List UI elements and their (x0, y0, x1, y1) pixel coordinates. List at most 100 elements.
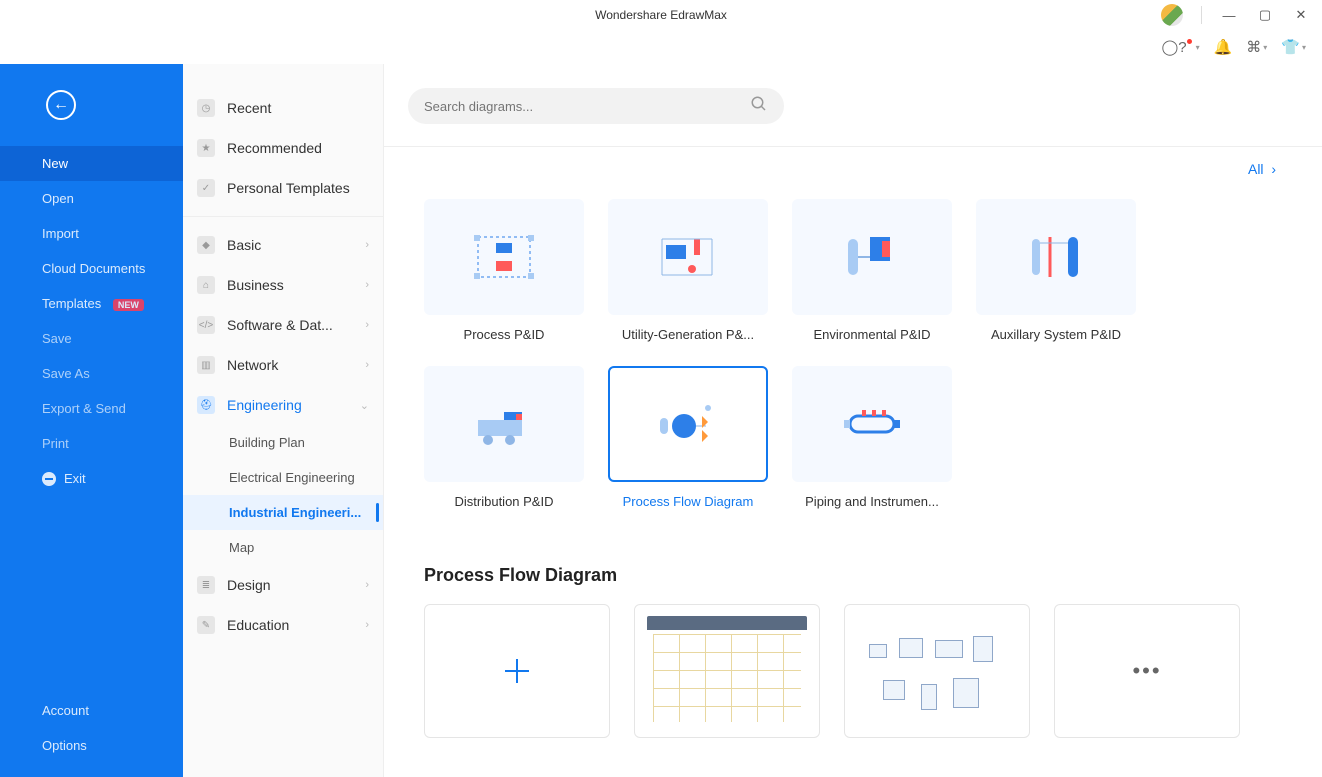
card-piping-instrumentation[interactable]: Piping and Instrumen... (792, 366, 952, 509)
cat-recommended[interactable]: ★ Recommended (183, 128, 383, 168)
sub-industrial-engineering[interactable]: Industrial Engineeri... (183, 495, 383, 530)
menu-exit-label: Exit (64, 471, 86, 486)
template-type-grid: Process P&ID Utility-Generation P&... En… (424, 199, 1282, 509)
cat-design[interactable]: ≣Design› (183, 565, 383, 605)
minimize-button[interactable]: — (1214, 1, 1244, 29)
search-icon[interactable] (750, 95, 768, 118)
exit-icon (42, 472, 56, 486)
category-sidebar: ◷ Recent ★ Recommended ✓ Personal Templates… (183, 64, 384, 777)
menu-print[interactable]: Print (0, 426, 183, 461)
cat-label: Recent (227, 100, 271, 116)
menu-save[interactable]: Save (0, 321, 183, 356)
cat-network[interactable]: ▥ Network › (183, 345, 383, 385)
diagram-thumbnail (647, 616, 807, 726)
menu-cloud-documents[interactable]: Cloud Documents (0, 251, 183, 286)
cat-recent[interactable]: ◷ Recent (183, 88, 383, 128)
all-link[interactable]: All › (1248, 161, 1276, 177)
tag-icon: ◆ (197, 236, 215, 254)
cat-personal-templates[interactable]: ✓ Personal Templates (183, 168, 383, 208)
cat-software-database[interactable]: </> Software & Dat... › (183, 305, 383, 345)
cat-engineering[interactable]: ⛑ Engineering ⌄ (183, 385, 383, 425)
close-button[interactable]: ✕ (1286, 1, 1316, 29)
cat-label: Recommended (227, 140, 322, 156)
sub-building-plan[interactable]: Building Plan (183, 425, 383, 460)
card-distribution-pid[interactable]: Distribution P&ID (424, 366, 584, 509)
content-area: All › Process P&ID Utility-Generation P&… (384, 64, 1322, 777)
help-icon[interactable]: ◯?▾ (1161, 38, 1199, 56)
search-input[interactable] (424, 99, 750, 114)
education-icon: ✎ (197, 616, 215, 634)
briefcase-icon: ⌂ (197, 276, 215, 294)
design-icon: ≣ (197, 576, 215, 594)
menu-account[interactable]: Account (0, 693, 183, 728)
template-row: ••• (424, 604, 1282, 738)
section-title: Process Flow Diagram (424, 565, 1282, 586)
bell-icon[interactable]: 🔔 (1214, 38, 1233, 56)
chevron-right-icon: › (365, 619, 369, 631)
diagram-thumbnail (857, 616, 1017, 726)
clock-icon: ◷ (197, 99, 215, 117)
chevron-right-icon: › (365, 579, 369, 591)
menu-save-as[interactable]: Save As (0, 356, 183, 391)
sub-map[interactable]: Map (183, 530, 383, 565)
chevron-right-icon: › (365, 279, 369, 291)
card-process-flow-diagram[interactable]: Process Flow Diagram (608, 366, 768, 509)
separator (1201, 6, 1202, 24)
card-utility-generation-pid[interactable]: Utility-Generation P&... (608, 199, 768, 342)
card-label: Process P&ID (464, 327, 545, 342)
chevron-right-icon: › (365, 359, 369, 371)
menu-import[interactable]: Import (0, 216, 183, 251)
card-label: Process Flow Diagram (623, 494, 754, 509)
avatar[interactable] (1161, 4, 1183, 26)
card-auxillary-system-pid[interactable]: Auxillary System P&ID (976, 199, 1136, 342)
file-menu-sidebar: ← New Open Import Cloud Documents Templa… (0, 64, 183, 777)
cat-label: Network (227, 357, 278, 373)
cat-label: Basic (227, 237, 261, 253)
chevron-right-icon: › (365, 239, 369, 251)
template-more[interactable]: ••• (1054, 604, 1240, 738)
menu-options[interactable]: Options (0, 728, 183, 763)
app-title: Wondershare EdrawMax (595, 8, 727, 22)
cat-label: Personal Templates (227, 180, 350, 196)
network-icon: ▥ (197, 356, 215, 374)
menu-templates-label: Templates (42, 296, 101, 311)
menu-templates[interactable]: Templates NEW (0, 286, 183, 321)
cat-label: Business (227, 277, 284, 293)
card-label: Distribution P&ID (455, 494, 554, 509)
chevron-right-icon: › (365, 319, 369, 331)
hardhat-icon: ⛑ (197, 396, 215, 414)
sub-electrical-engineering[interactable]: Electrical Engineering (183, 460, 383, 495)
cat-basic[interactable]: ◆ Basic › (183, 225, 383, 265)
search-box[interactable] (408, 88, 784, 124)
cat-label: Engineering (227, 397, 302, 413)
card-process-pid[interactable]: Process P&ID (424, 199, 584, 342)
star-icon: ★ (197, 139, 215, 157)
template-sample-2[interactable] (844, 604, 1030, 738)
check-icon: ✓ (197, 179, 215, 197)
cat-business[interactable]: ⌂ Business › (183, 265, 383, 305)
menu-new[interactable]: New (0, 146, 183, 181)
title-bar: Wondershare EdrawMax — ▢ ✕ (0, 0, 1322, 30)
code-icon: </> (197, 316, 215, 334)
chevron-down-icon: ⌄ (360, 399, 369, 412)
grid-icon[interactable]: ⌘▾ (1246, 38, 1267, 56)
card-environmental-pid[interactable]: Environmental P&ID (792, 199, 952, 342)
toolbar: ◯?▾ 🔔 ⌘▾ 👕▾ (0, 30, 1322, 64)
more-icon: ••• (1132, 658, 1161, 684)
menu-open[interactable]: Open (0, 181, 183, 216)
new-badge: NEW (113, 299, 144, 311)
template-new-blank[interactable] (424, 604, 610, 738)
cat-label: Education (227, 617, 289, 633)
cat-label: Software & Dat... (227, 317, 333, 333)
cat-education[interactable]: ✎ Education › (183, 605, 383, 645)
back-button[interactable]: ← (46, 90, 76, 120)
menu-exit[interactable]: Exit (0, 461, 183, 496)
card-label: Utility-Generation P&... (622, 327, 754, 342)
card-label: Auxillary System P&ID (991, 327, 1121, 342)
maximize-button[interactable]: ▢ (1250, 1, 1280, 29)
shirt-icon[interactable]: 👕▾ (1281, 38, 1306, 56)
card-label: Piping and Instrumen... (805, 494, 939, 509)
template-sample-1[interactable] (634, 604, 820, 738)
divider (183, 216, 383, 217)
menu-export-send[interactable]: Export & Send (0, 391, 183, 426)
